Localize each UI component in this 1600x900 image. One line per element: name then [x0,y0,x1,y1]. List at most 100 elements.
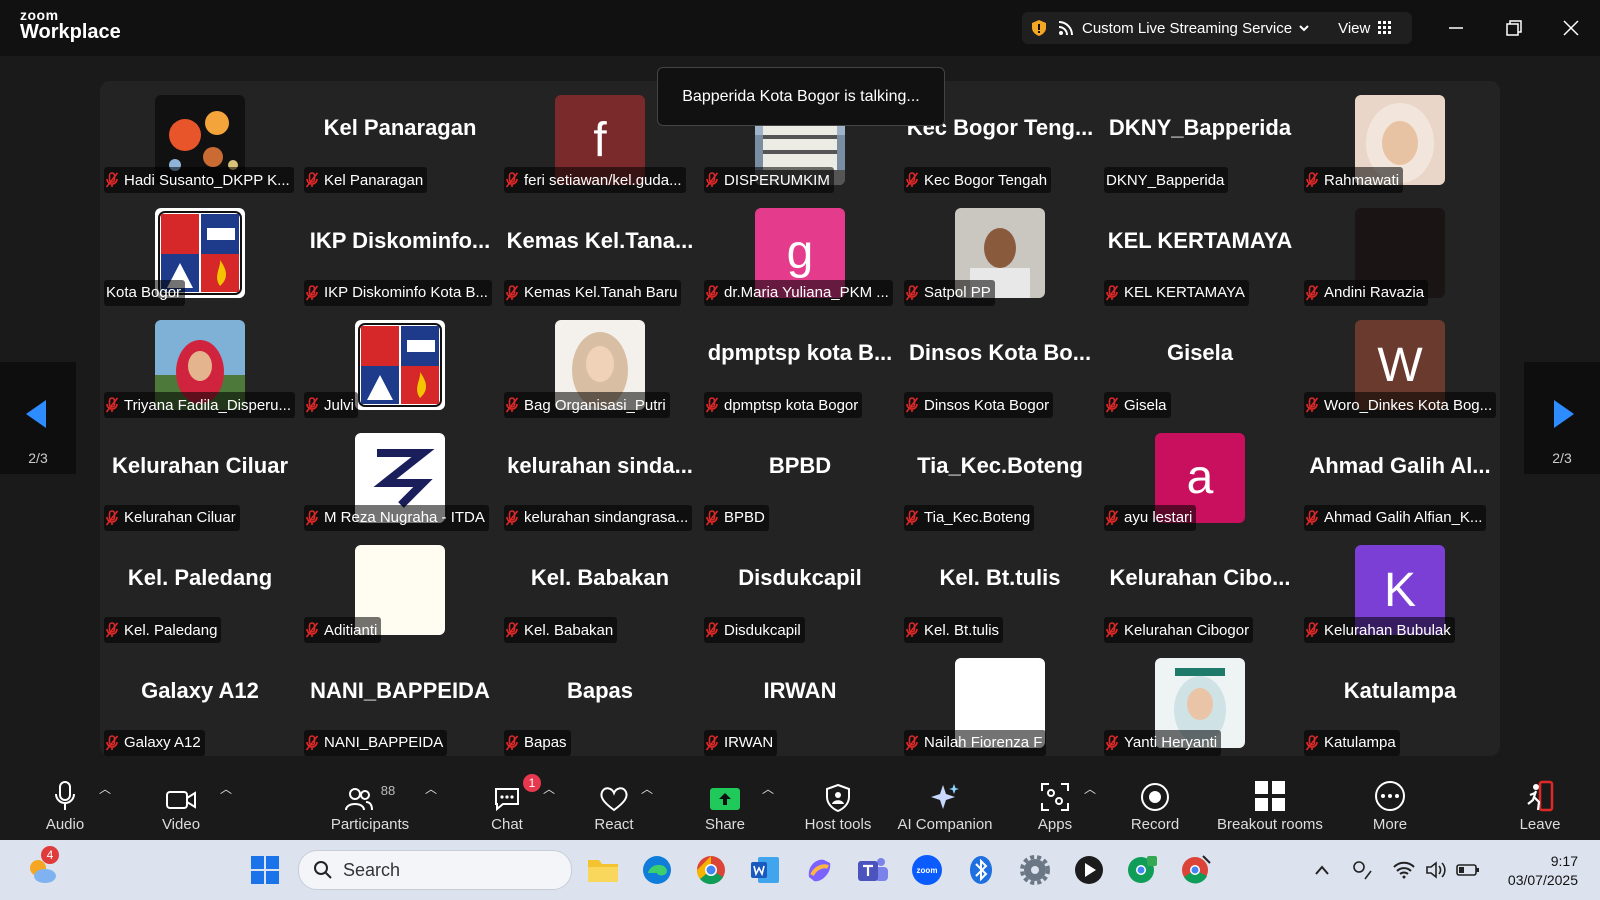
apps-button[interactable]: Apps [1030,768,1080,840]
participant-tile[interactable]: Gisela Gisela [1100,310,1300,422]
participant-name: Andini Ravazia [1324,284,1425,301]
participant-tile[interactable]: Disdukcapil Disdukcapil [700,535,900,647]
participant-tile[interactable]: dpmptsp kota B... dpmptsp kota Bogor [700,310,900,422]
leave-button[interactable]: Leave [1515,768,1565,840]
chat-options-caret[interactable]: ︿ [543,780,555,797]
participant-name-label: Nailah Fiorenza F [904,729,1047,756]
video-button[interactable]: Video [156,768,206,840]
participant-tile[interactable]: Aditianti [300,535,500,647]
copilot-app[interactable] [801,852,837,888]
participant-tile[interactable]: g dr.Maria Yuliana_PKM ... [700,198,900,310]
participant-tile[interactable]: kelurahan sinda... kelurahan sindangrasa.… [500,423,700,535]
host-tools-button[interactable]: Host tools [800,768,876,840]
participant-tile[interactable]: Kel. Paledang Kel. Paledang [100,535,300,647]
previous-page-button[interactable]: 2/3 [0,362,76,474]
participant-tile[interactable]: W Woro_Dinkes Kota Bog... [1300,310,1500,422]
participant-tile[interactable]: Ahmad Galih Al... Ahmad Galih Alfian_K... [1300,423,1500,535]
breakout-rooms-button[interactable]: Breakout rooms [1215,768,1325,840]
mic-muted-icon [1106,734,1118,750]
battery-tray-icon[interactable] [1456,852,1480,888]
mic-muted-icon [1106,509,1118,525]
view-button[interactable]: View [1338,20,1370,37]
close-button[interactable] [1557,14,1585,42]
participant-name-label: NANI_BAPPEIDA [304,729,448,756]
participant-tile[interactable]: Julvi [300,310,500,422]
participant-tile[interactable]: Bapas Bapas [500,648,700,760]
chrome-profile-app[interactable] [1125,852,1161,888]
participant-name: KEL KERTAMAYA [1124,284,1245,301]
participant-tile[interactable]: Andini Ravazia [1300,198,1500,310]
arrow-right-icon [1554,400,1574,428]
location-tray-icon[interactable] [1350,852,1374,888]
apps-options-caret[interactable]: ︿ [1084,780,1096,797]
participant-tile[interactable]: Yanti Heryanti [1100,648,1300,760]
bluetooth-app[interactable] [963,852,999,888]
chat-button[interactable]: 1 Chat [482,768,541,840]
word-app[interactable] [747,852,783,888]
record-button[interactable]: Record [1130,768,1180,840]
next-page-button[interactable]: 2/3 [1524,362,1600,474]
shield-icon[interactable] [1032,20,1046,36]
participant-tile[interactable]: Kel Panaragan Kel Panaragan [300,85,500,197]
audio-options-caret[interactable]: ︿ [99,780,111,797]
ai-companion-button[interactable]: AI Companion [895,768,995,840]
share-label: Share [704,816,746,833]
streaming-service-label[interactable]: Custom Live Streaming Service [1082,20,1292,37]
participant-tile[interactable]: Kelurahan Cibo... Kelurahan Cibogor [1100,535,1300,647]
participant-tile[interactable]: K Kelurahan Bubulak [1300,535,1500,647]
chrome-canary-app[interactable] [1179,852,1215,888]
more-button[interactable]: More [1365,768,1415,840]
minimize-button[interactable] [1442,14,1470,42]
zoom-app[interactable]: zoom [909,852,945,888]
participant-tile[interactable]: Kelurahan Ciluar Kelurahan Ciluar [100,423,300,535]
mic-muted-icon [106,734,118,750]
video-options-caret[interactable]: ︿ [220,780,232,797]
file-explorer-app[interactable] [585,852,621,888]
share-options-caret[interactable]: ︿ [762,780,774,797]
participant-tile[interactable]: IKP Diskominfo... IKP Diskominfo Kota B..… [300,198,500,310]
participant-tile[interactable]: Kel. Bt.tulis Kel. Bt.tulis [900,535,1100,647]
participant-tile[interactable]: KEL KERTAMAYA KEL KERTAMAYA [1100,198,1300,310]
participant-tile[interactable]: Tia_Kec.Boteng Tia_Kec.Boteng [900,423,1100,535]
participant-tile[interactable]: DKNY_Bapperida DKNY_Bapperida [1100,85,1300,197]
participant-tile[interactable]: M Reza Nugraha - ITDA [300,423,500,535]
participant-tile[interactable]: Kota Bogor [100,198,300,310]
participant-tile[interactable]: Triyana Fadila_Disperu... [100,310,300,422]
participant-tile[interactable]: Galaxy A12 Galaxy A12 [100,648,300,760]
participant-tile[interactable]: Dinsos Kota Bo... Dinsos Kota Bogor [900,310,1100,422]
participant-tile[interactable]: Kel. Babakan Kel. Babakan [500,535,700,647]
mic-muted-icon [1106,622,1118,638]
participant-tile[interactable]: Rahmawati [1300,85,1500,197]
participant-tile[interactable]: Satpol PP [900,198,1100,310]
chevron-down-icon[interactable] [1298,22,1310,34]
participant-tile[interactable]: a ayu lestari [1100,423,1300,535]
share-button[interactable]: Share [700,768,750,840]
participant-tile[interactable]: Nailah Fiorenza F [900,648,1100,760]
react-options-caret[interactable]: ︿ [641,780,653,797]
media-player-app[interactable] [1071,852,1107,888]
grid-view-icon[interactable] [1378,21,1392,35]
participant-tile[interactable]: Bag Organisasi_Putri [500,310,700,422]
weather-widget[interactable]: 4 [24,846,60,888]
participant-tile[interactable]: BPBD BPBD [700,423,900,535]
audio-button[interactable]: Audio [40,768,90,840]
settings-app[interactable] [1017,852,1053,888]
system-clock[interactable]: 9:17 03/07/2025 [1508,852,1578,890]
chrome-app[interactable] [693,852,729,888]
react-button[interactable]: React [589,768,639,840]
participant-tile[interactable]: Hadi Susanto_DKPP K... [100,85,300,197]
edge-app[interactable] [639,852,675,888]
show-hidden-icons-button[interactable] [1310,852,1334,888]
taskbar-search-box[interactable]: Search [298,850,572,890]
restore-button[interactable] [1500,14,1528,42]
participant-tile[interactable]: Katulampa Katulampa [1300,648,1500,760]
participants-options-caret[interactable]: ︿ [425,780,437,797]
participants-button[interactable]: 88 Participants [325,768,415,840]
teams-app[interactable] [855,852,891,888]
start-button[interactable] [247,852,283,888]
wifi-tray-icon[interactable] [1392,852,1416,888]
participant-tile[interactable]: IRWAN IRWAN [700,648,900,760]
participant-tile[interactable]: Kemas Kel.Tana... Kemas Kel.Tanah Baru [500,198,700,310]
participant-tile[interactable]: NANI_BAPPEIDA NANI_BAPPEIDA [300,648,500,760]
volume-tray-icon[interactable] [1424,852,1448,888]
